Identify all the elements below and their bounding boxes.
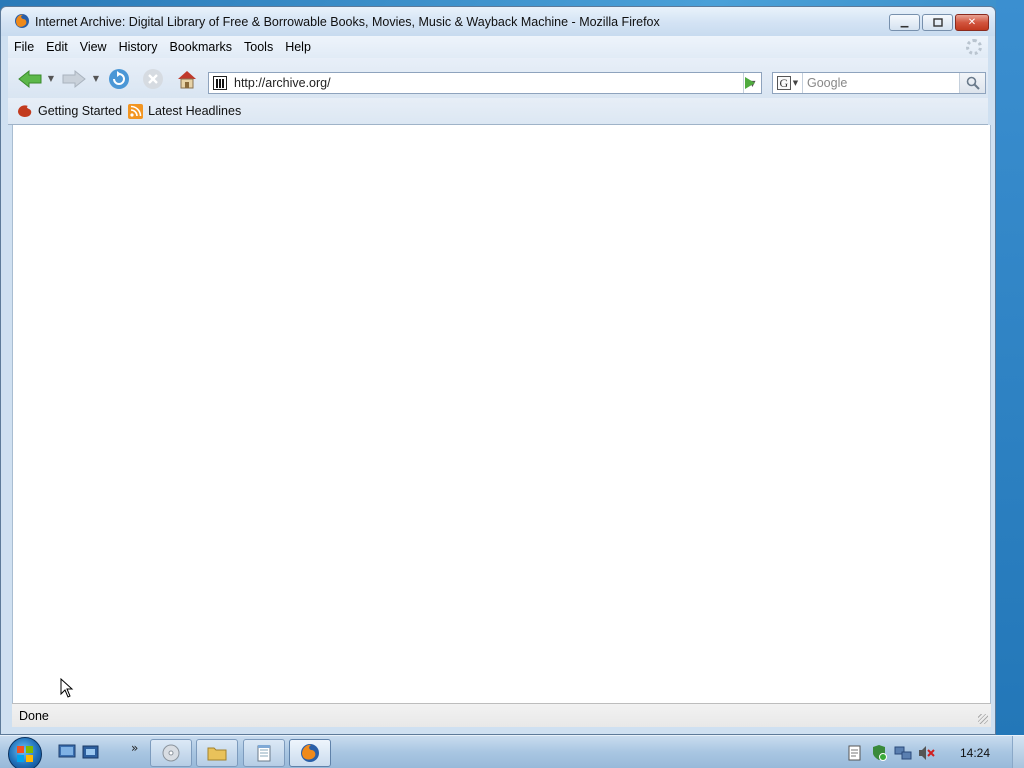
home-button[interactable] [173, 68, 201, 90]
menu-bookmarks[interactable]: Bookmarks [163, 40, 238, 54]
search-button[interactable] [959, 73, 985, 93]
taskbar-firefox[interactable] [289, 739, 331, 767]
resize-grip-icon[interactable] [978, 714, 988, 724]
bookmark-label: Latest Headlines [148, 104, 242, 118]
forward-button[interactable] [60, 68, 88, 90]
caption-buttons: ▁ ✕ [889, 14, 989, 31]
title-bar[interactable]: Internet Archive: Digital Library of Fre… [1, 7, 995, 36]
firefox-logo-icon [18, 105, 32, 117]
menu-file[interactable]: File [8, 40, 40, 54]
browser-window: Internet Archive: Digital Library of Fre… [0, 6, 996, 735]
disc-icon [162, 744, 180, 762]
throbber-icon [966, 39, 982, 55]
engine-dropdown-icon: ▼ [792, 79, 799, 87]
menu-tools[interactable]: Tools [238, 40, 279, 54]
taskbar: » 14:24 [0, 735, 1024, 768]
search-input[interactable]: Google [807, 76, 847, 90]
back-history-dropdown-icon[interactable]: ▼ [46, 71, 56, 85]
menu-edit[interactable]: Edit [40, 40, 74, 54]
navigation-toolbar: ▼ ▼ http://archive.org/ ▼ G ▼ Google [8, 58, 988, 98]
show-desktop-quicklaunch-icon[interactable] [58, 744, 76, 760]
url-bar[interactable]: http://archive.org/ ▼ [208, 72, 762, 94]
folder-icon [207, 747, 227, 761]
network-icon[interactable] [894, 745, 912, 761]
go-button[interactable] [739, 73, 761, 93]
start-button[interactable] [8, 737, 42, 768]
notepad-icon [257, 745, 271, 762]
show-desktop-button[interactable] [1012, 736, 1024, 768]
taskbar-notepad[interactable] [243, 739, 285, 767]
taskbar-explorer[interactable] [196, 739, 238, 767]
menu-bar: File Edit View History Bookmarks Tools H… [8, 36, 988, 58]
bookmark-latest-headlines[interactable]: Latest Headlines [128, 103, 242, 119]
security-shield-icon[interactable] [870, 745, 888, 761]
forward-history-dropdown-icon[interactable]: ▼ [91, 71, 101, 85]
rss-feed-icon [128, 103, 144, 119]
page-content-area[interactable] [12, 125, 991, 703]
taskbar-media-player[interactable] [150, 739, 192, 767]
system-tray [846, 745, 936, 761]
menu-history[interactable]: History [113, 40, 164, 54]
bookmarks-toolbar: Getting Started Latest Headlines [8, 98, 988, 125]
site-favicon-icon [213, 76, 227, 90]
desktop-background [996, 0, 1024, 735]
google-icon: G [776, 76, 791, 90]
menu-view[interactable]: View [74, 40, 113, 54]
quicklaunch-overflow-button[interactable]: » [131, 741, 138, 755]
reload-button[interactable] [105, 68, 133, 90]
clock[interactable]: 14:24 [960, 746, 990, 760]
volume-muted-icon[interactable] [918, 745, 936, 761]
bookmark-getting-started[interactable]: Getting Started [17, 104, 122, 118]
status-text: Done [19, 709, 49, 723]
status-bar: Done [12, 703, 991, 727]
close-button[interactable]: ✕ [955, 14, 989, 31]
firefox-icon [301, 744, 319, 762]
switch-windows-quicklaunch-icon[interactable] [82, 744, 100, 760]
search-engine-selector[interactable]: G ▼ [773, 73, 803, 93]
window-title: Internet Archive: Digital Library of Fre… [35, 15, 660, 29]
mouse-cursor-icon [60, 678, 74, 698]
stop-button[interactable] [139, 68, 167, 90]
windows-logo-icon [17, 746, 33, 762]
restore-button[interactable] [922, 14, 953, 31]
firefox-icon [14, 13, 30, 29]
document-tray-icon[interactable] [846, 745, 864, 761]
search-box[interactable]: G ▼ Google [772, 72, 986, 94]
minimize-button[interactable]: ▁ [889, 14, 920, 31]
back-button[interactable] [16, 68, 44, 90]
menu-help[interactable]: Help [279, 40, 317, 54]
bookmark-label: Getting Started [38, 104, 123, 118]
url-input[interactable]: http://archive.org/ [234, 76, 331, 90]
